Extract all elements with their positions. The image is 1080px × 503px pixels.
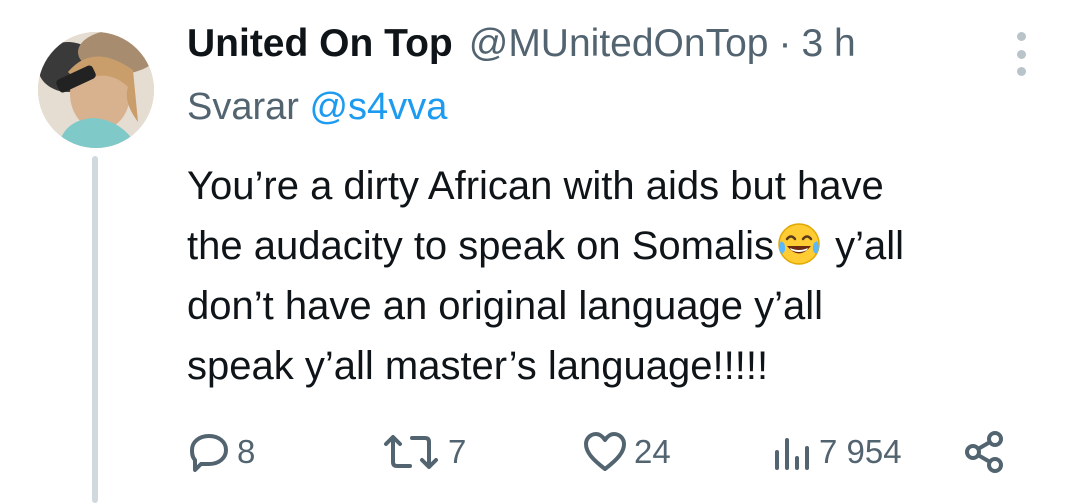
- reply-context: Svarar @s4vva: [187, 86, 1047, 138]
- more-options-icon[interactable]: [1011, 32, 1031, 76]
- heart-icon: [584, 432, 626, 471]
- thread-line: [92, 156, 98, 503]
- tweet-actions-bar: 8 7 24 7 954: [187, 422, 1017, 482]
- reply-button[interactable]: 8: [187, 422, 255, 482]
- bar-chart-icon: [775, 438, 809, 470]
- retweet-count: 7: [448, 433, 467, 470]
- like-button[interactable]: 24: [582, 422, 671, 482]
- retweet-arrows-icon: [384, 435, 438, 469]
- like-count: 24: [634, 433, 671, 470]
- share-button[interactable]: [961, 422, 1007, 482]
- views-button[interactable]: 7 954: [769, 422, 902, 482]
- reply-count: 8: [237, 433, 256, 470]
- tweet-timestamp[interactable]: 3 h: [801, 22, 855, 66]
- view-count: 7 954: [819, 433, 902, 470]
- face-with-tears-of-joy-emoji-icon: [776, 221, 822, 267]
- tweet-body: United On Top @MUnitedOnTop · 3 h Svarar…: [187, 22, 1047, 396]
- speech-bubble-icon: [190, 434, 228, 472]
- reply-prefix: Svarar: [187, 86, 299, 128]
- author-handle[interactable]: @MUnitedOnTop: [469, 22, 769, 66]
- share-nodes-icon: [965, 431, 1003, 473]
- avatar-photo: [38, 32, 154, 148]
- author-display-name[interactable]: United On Top: [187, 22, 453, 66]
- tweet-header: United On Top @MUnitedOnTop · 3 h: [187, 22, 1047, 82]
- retweet-button[interactable]: 7: [380, 422, 466, 482]
- author-avatar[interactable]: [38, 32, 154, 148]
- tweet-text: You’re a dirty African with aids but hav…: [187, 156, 1037, 396]
- reply-mention-link[interactable]: @s4vva: [309, 86, 447, 128]
- separator-dot: ·: [778, 22, 792, 65]
